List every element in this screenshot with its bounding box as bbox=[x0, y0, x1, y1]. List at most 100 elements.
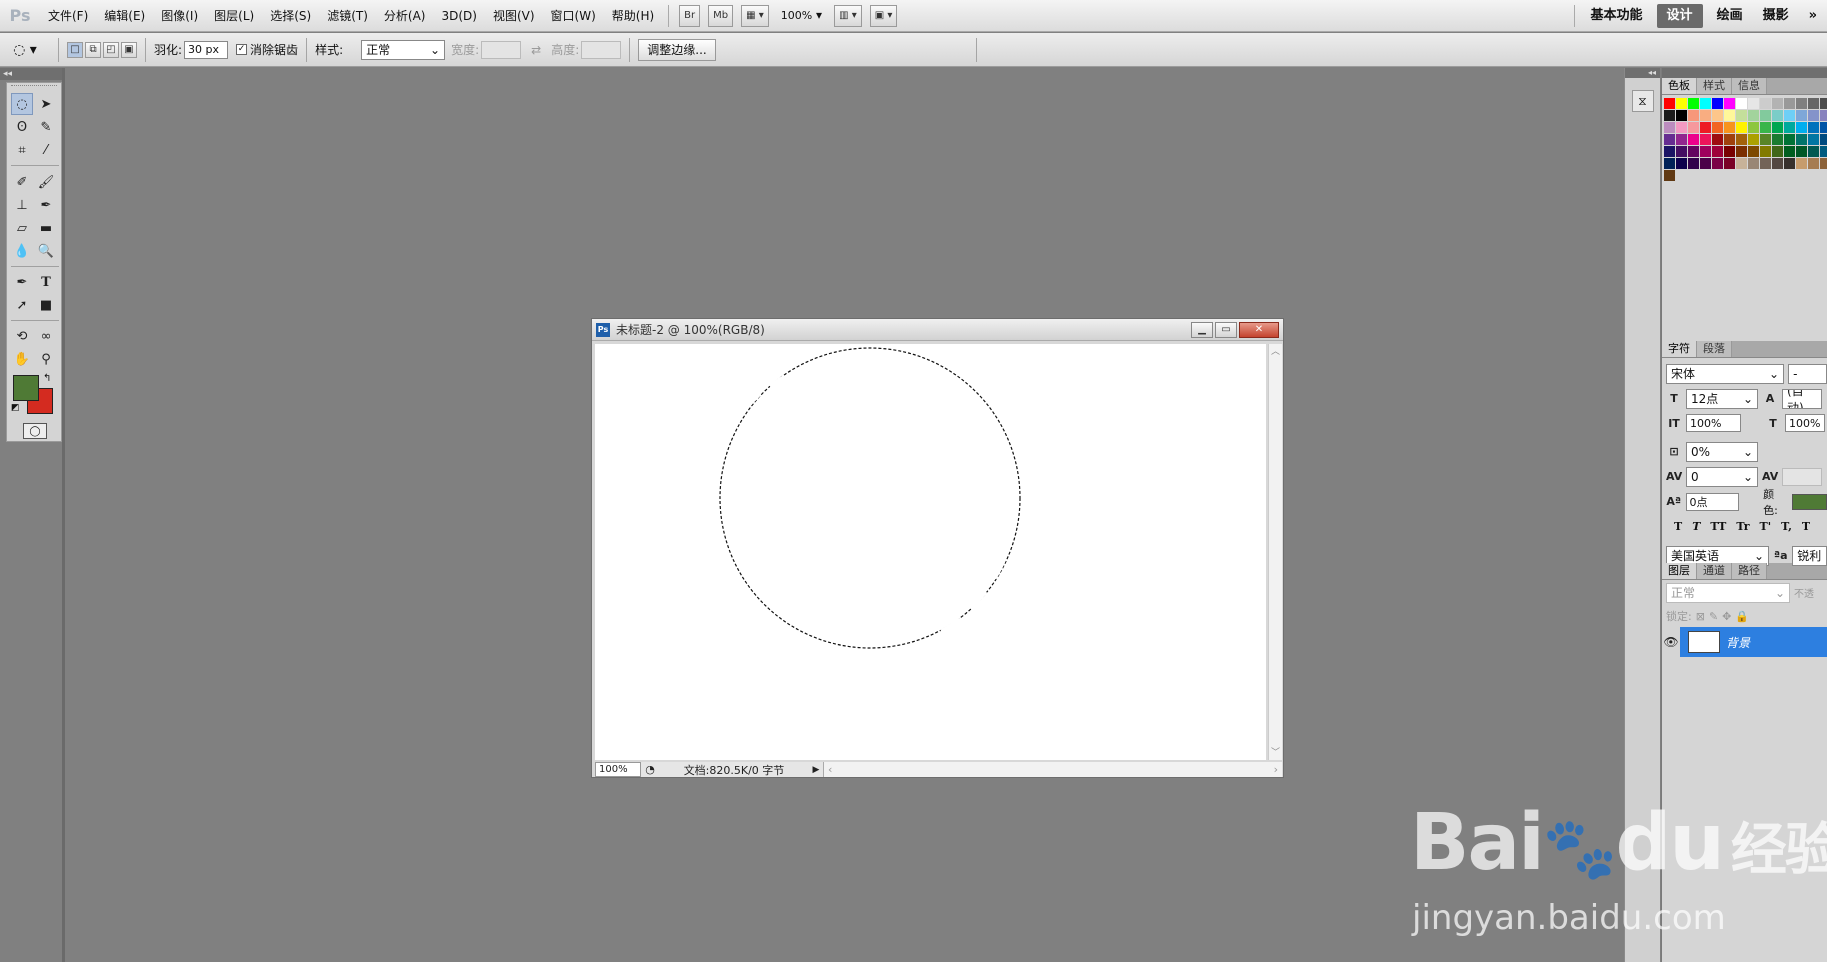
history-panel-button[interactable]: ⧖ bbox=[1631, 90, 1654, 112]
gradient-tool[interactable]: ▬ bbox=[35, 217, 57, 239]
antialias-checkbox[interactable]: ✓ 消除锯齿 bbox=[236, 41, 298, 58]
history-brush-tool[interactable]: ✒ bbox=[35, 194, 57, 216]
minimize-button[interactable]: ▁ bbox=[1191, 321, 1213, 338]
default-colors-icon[interactable]: ◩ bbox=[11, 403, 20, 413]
swatch[interactable] bbox=[1700, 110, 1711, 121]
3d-orbit-tool[interactable]: ∞ bbox=[35, 325, 57, 347]
all-caps-button[interactable]: TT bbox=[1710, 520, 1726, 533]
swatch[interactable] bbox=[1688, 110, 1699, 121]
tab-channels[interactable]: 通道 bbox=[1697, 563, 1732, 579]
menu-layer[interactable]: 图层(L) bbox=[206, 0, 262, 32]
swatch[interactable] bbox=[1796, 134, 1807, 145]
brush-tool[interactable]: 🖌 bbox=[35, 171, 57, 193]
swatch[interactable] bbox=[1760, 158, 1771, 169]
swatch[interactable] bbox=[1688, 98, 1699, 109]
swatch[interactable] bbox=[1724, 158, 1735, 169]
swatch[interactable] bbox=[1772, 98, 1783, 109]
swatch[interactable] bbox=[1664, 158, 1675, 169]
lock-pixels-icon[interactable]: ✎ bbox=[1709, 610, 1718, 623]
swatch[interactable] bbox=[1748, 134, 1759, 145]
canvas[interactable] bbox=[595, 344, 1266, 760]
toolbox-collapse-bar[interactable]: ◂◂ bbox=[0, 68, 64, 80]
font-family-select[interactable]: 宋体 ⌄ bbox=[1666, 363, 1785, 384]
foreground-color-swatch[interactable] bbox=[13, 375, 39, 401]
swatch[interactable] bbox=[1784, 146, 1795, 157]
swatch[interactable] bbox=[1784, 134, 1795, 145]
swatch[interactable] bbox=[1760, 98, 1771, 109]
swatch[interactable] bbox=[1808, 110, 1819, 121]
zoom-level-dropdown[interactable]: 100% ▾ bbox=[773, 0, 830, 32]
menu-view[interactable]: 视图(V) bbox=[485, 0, 543, 32]
swatch[interactable] bbox=[1748, 98, 1759, 109]
swatch[interactable] bbox=[1760, 110, 1771, 121]
blend-mode-select[interactable]: 正常 ⌄ bbox=[1666, 582, 1790, 603]
swatch[interactable] bbox=[1772, 146, 1783, 157]
pen-tool[interactable]: ✒ bbox=[11, 271, 33, 293]
swatch[interactable] bbox=[1664, 134, 1675, 145]
menu-image[interactable]: 图像(I) bbox=[153, 0, 206, 32]
lock-all-icon[interactable]: 🔒 bbox=[1735, 610, 1749, 623]
swatch[interactable] bbox=[1676, 122, 1687, 133]
swatch[interactable] bbox=[1712, 122, 1723, 133]
workspace-more-button[interactable]: » bbox=[1799, 0, 1827, 32]
tab-layers[interactable]: 图层 bbox=[1662, 563, 1697, 579]
maximize-button[interactable]: ▭ bbox=[1215, 321, 1237, 338]
baseline-shift-input[interactable]: 0点 bbox=[1685, 492, 1740, 511]
zoom-field[interactable]: 100% bbox=[595, 762, 641, 777]
swatch[interactable] bbox=[1724, 134, 1735, 145]
scroll-up-icon[interactable]: ︿ bbox=[1269, 344, 1282, 357]
swatch[interactable] bbox=[1808, 158, 1819, 169]
tab-info[interactable]: 信息 bbox=[1732, 78, 1767, 94]
workspace-design[interactable]: 设计 bbox=[1656, 3, 1703, 28]
scroll-down-icon[interactable]: ﹀ bbox=[1269, 745, 1282, 758]
swatch[interactable] bbox=[1748, 110, 1759, 121]
swatch[interactable] bbox=[1736, 134, 1747, 145]
faux-bold-button[interactable]: T bbox=[1674, 520, 1682, 533]
swatch[interactable] bbox=[1676, 146, 1687, 157]
swatch[interactable] bbox=[1772, 110, 1783, 121]
swatch[interactable] bbox=[1760, 146, 1771, 157]
menu-help[interactable]: 帮助(H) bbox=[604, 0, 662, 32]
swatch[interactable] bbox=[1700, 134, 1711, 145]
swatch[interactable] bbox=[1796, 98, 1807, 109]
menu-file[interactable]: 文件(F) bbox=[40, 0, 96, 32]
swatch[interactable] bbox=[1772, 158, 1783, 169]
swatch[interactable] bbox=[1748, 146, 1759, 157]
scroll-left-icon[interactable]: ‹ bbox=[828, 763, 832, 776]
layer-row-background[interactable]: 👁 背景 bbox=[1662, 627, 1827, 657]
swatch[interactable] bbox=[1664, 146, 1675, 157]
swatch[interactable] bbox=[1796, 110, 1807, 121]
swatch[interactable] bbox=[1736, 98, 1747, 109]
swatch[interactable] bbox=[1664, 170, 1675, 181]
swatch[interactable] bbox=[1688, 158, 1699, 169]
swatch[interactable] bbox=[1820, 122, 1827, 133]
swatch[interactable] bbox=[1748, 122, 1759, 133]
eyedropper-tool[interactable]: ⁄ bbox=[35, 139, 57, 161]
screen-mode-button[interactable]: ▣ ▾ bbox=[869, 4, 898, 27]
swatch[interactable] bbox=[1796, 146, 1807, 157]
swatch[interactable] bbox=[1676, 98, 1687, 109]
style-select[interactable]: 正常 ⌄ bbox=[361, 39, 446, 60]
swatch[interactable] bbox=[1736, 110, 1747, 121]
swatch[interactable] bbox=[1784, 110, 1795, 121]
leading-select[interactable]: (自动) bbox=[1782, 388, 1822, 409]
tab-paths[interactable]: 路径 bbox=[1732, 563, 1767, 579]
tab-character[interactable]: 字符 bbox=[1662, 341, 1697, 357]
workspace-essentials[interactable]: 基本功能 bbox=[1581, 0, 1653, 32]
menu-3d[interactable]: 3D(D) bbox=[433, 0, 484, 32]
document-title-bar[interactable]: Ps 未标题-2 @ 100%(RGB/8) ▁ ▭ ✕ bbox=[592, 319, 1283, 341]
swatch[interactable] bbox=[1796, 158, 1807, 169]
tab-styles[interactable]: 样式 bbox=[1697, 78, 1732, 94]
subtract-selection-button[interactable]: ◰ bbox=[103, 41, 119, 58]
swatch[interactable] bbox=[1724, 122, 1735, 133]
dock-collapse-bar[interactable]: ◂◂ bbox=[1625, 68, 1660, 78]
swatch[interactable] bbox=[1796, 122, 1807, 133]
path-selection-tool[interactable]: ➚ bbox=[11, 294, 33, 316]
kerning-select[interactable]: 0 ⌄ bbox=[1686, 466, 1758, 487]
elliptical-marquee-tool[interactable]: ◌ bbox=[11, 93, 33, 115]
swap-dimensions-icon[interactable]: ⇄ bbox=[531, 43, 541, 57]
swatch[interactable] bbox=[1724, 146, 1735, 157]
menu-select[interactable]: 选择(S) bbox=[262, 0, 319, 32]
lock-position-icon[interactable]: ✥ bbox=[1722, 610, 1731, 623]
3d-rotate-tool[interactable]: ⟲ bbox=[11, 325, 33, 347]
